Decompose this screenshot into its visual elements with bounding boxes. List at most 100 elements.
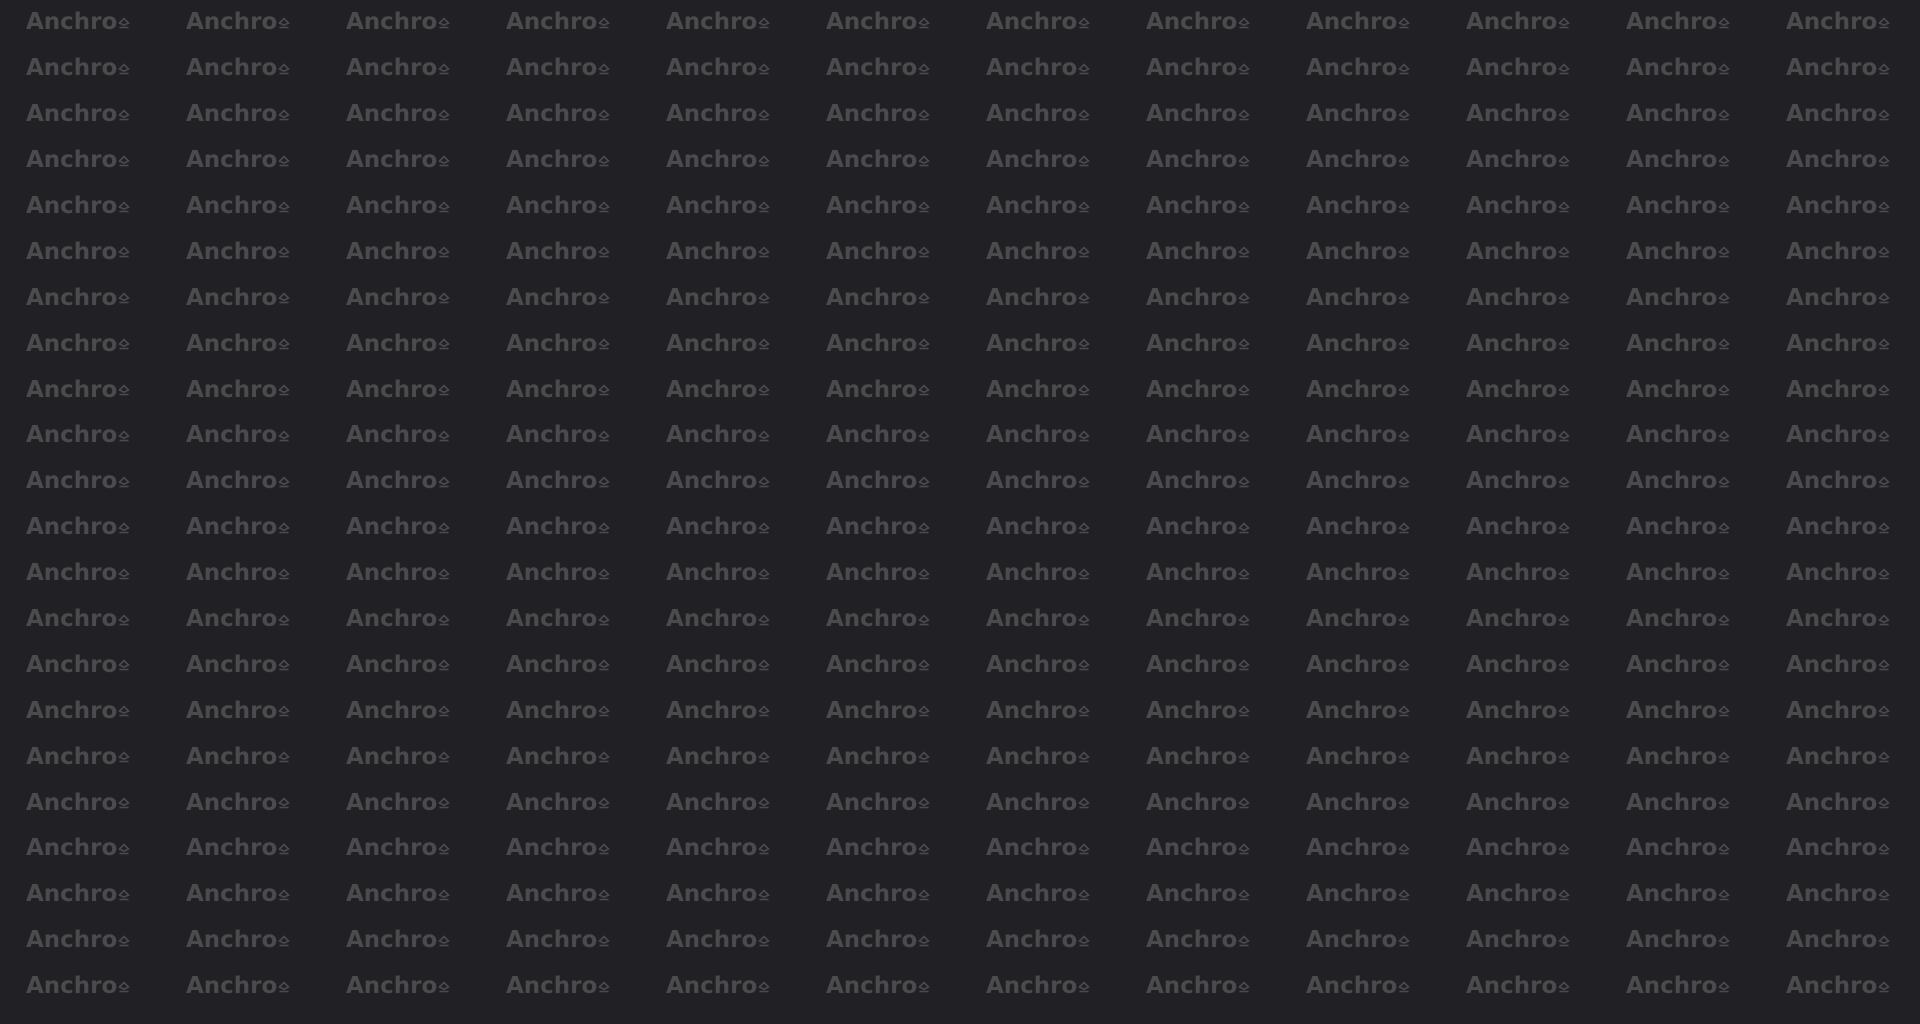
watermark-word: Anchro [986,376,1078,403]
watermark-tile: Anchro [346,470,506,493]
watermark-tile: Anchro [1306,516,1466,539]
anchor-logo-icon [438,935,451,949]
anchor-logo-icon [1238,522,1251,536]
watermark-word: Anchro [986,101,1078,128]
anchor-logo-icon [1718,981,1731,995]
anchor-logo-icon [1078,981,1091,995]
watermark-word: Anchro [986,789,1078,816]
anchor-logo-icon [1238,935,1251,949]
watermark-tile: Anchro [666,745,826,769]
anchor-logo-icon [1718,338,1731,352]
watermark-word: Anchro [346,973,438,1000]
watermark-word: Anchro [1146,9,1238,36]
watermark-tile: Anchro [666,195,826,218]
anchor-logo-icon [1878,522,1891,536]
anchor-logo-icon [1398,659,1411,673]
anchor-logo-icon [1718,935,1731,949]
watermark-tile: Anchro [26,699,186,723]
anchor-logo-icon [1078,476,1091,490]
anchor-logo-icon [118,522,131,536]
watermark-word: Anchro [1626,835,1718,862]
anchor-logo-icon [118,843,131,857]
anchor-logo-icon [1558,935,1571,949]
watermark-word: Anchro [1146,284,1238,311]
anchor-logo-icon [758,613,771,628]
anchor-logo-icon [598,109,611,123]
watermark-tile: Anchro [1786,699,1920,723]
watermark-word: Anchro [506,881,598,908]
watermark-tile: Anchro [26,883,186,906]
watermark-word: Anchro [1626,55,1718,82]
anchor-logo-icon [598,476,611,490]
anchor-logo-icon [1718,154,1731,169]
watermark-word: Anchro [1626,468,1718,495]
watermark-word: Anchro [506,560,598,587]
watermark-word: Anchro [186,743,278,770]
watermark-tile: Anchro [986,376,1146,403]
anchor-logo-icon [1718,522,1731,536]
watermark-tile: Anchro [186,378,346,402]
anchor-logo-icon [1398,476,1411,490]
watermark-tile: Anchro [1626,11,1786,34]
watermark-word: Anchro [1306,468,1398,495]
anchor-logo-icon [1718,246,1731,260]
watermark-word: Anchro [986,238,1078,265]
anchor-logo-icon [598,384,611,398]
watermark-tile: Anchro [1786,929,1920,952]
anchor-logo-icon [1078,567,1091,582]
anchor-logo-icon [1238,751,1251,765]
watermark-word: Anchro [986,651,1078,678]
watermark-word: Anchro [826,606,918,633]
watermark-word: Anchro [986,9,1078,36]
watermark-word: Anchro [1786,422,1878,449]
watermark-word: Anchro [1306,284,1398,311]
watermark-tile: Anchro [186,699,346,723]
anchor-logo-icon [1238,567,1251,582]
watermark-word: Anchro [1626,651,1718,678]
watermark-tile: Anchro [506,791,666,815]
watermark-word: Anchro [1306,422,1398,449]
watermark-word: Anchro [826,881,918,908]
watermark-tile: Anchro [1786,470,1920,493]
watermark-tile: Anchro [186,608,346,631]
watermark-word: Anchro [666,422,758,449]
anchor-logo-icon [598,17,611,31]
anchor-logo-icon [1878,246,1891,260]
anchor-logo-icon [1718,889,1731,903]
watermark-word: Anchro [186,9,278,36]
watermark-word: Anchro [346,835,438,862]
watermark-tile: Anchro [346,837,506,860]
watermark-word: Anchro [1626,193,1718,219]
watermark-tile: Anchro [1626,929,1786,952]
anchor-logo-icon [118,613,131,628]
anchor-logo-icon [1238,292,1251,306]
anchor-logo-icon [1558,751,1571,765]
anchor-logo-icon [438,981,451,995]
watermark-tile: Anchro [1306,378,1466,402]
watermark-tile: Anchro [26,929,186,952]
watermark-word: Anchro [1146,147,1238,174]
anchor-logo-icon [1558,797,1571,811]
watermark-tile: Anchro [1626,332,1786,356]
watermark-word: Anchro [666,468,758,495]
watermark-tile: Anchro [26,975,186,998]
anchor-logo-icon [758,63,771,77]
watermark-tile: Anchro [26,516,186,539]
watermark-tile: Anchro [666,424,826,447]
watermark-tile: Anchro [1306,837,1466,860]
watermark-tile: Anchro [666,883,826,906]
watermark-tile: Anchro [826,837,986,860]
anchor-logo-icon [1718,476,1731,490]
watermark-word: Anchro [1306,697,1398,724]
anchor-logo-icon [918,109,931,123]
anchor-logo-icon [1558,338,1571,352]
anchor-logo-icon [118,889,131,903]
watermark-word: Anchro [1626,697,1718,724]
watermark-tile: Anchro [1786,653,1920,677]
anchor-logo-icon [1878,705,1891,719]
anchor-logo-icon [918,63,931,77]
watermark-word: Anchro [26,743,118,770]
anchor-logo-icon [1078,292,1091,306]
watermark-word: Anchro [1626,514,1718,541]
watermark-tile: Anchro [26,103,186,126]
